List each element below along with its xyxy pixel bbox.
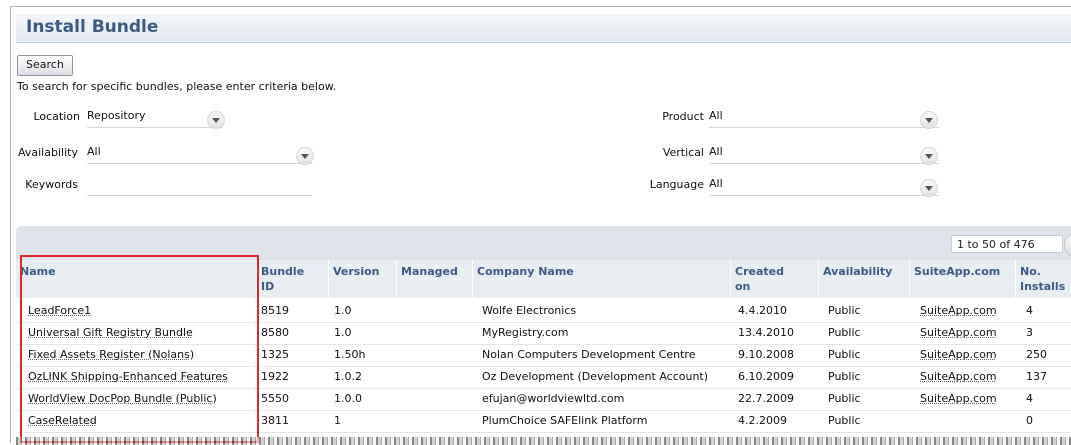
cell-company: MyRegistry.com (482, 326, 569, 339)
cell-bundle-id: 1922 (261, 370, 289, 383)
availability-select[interactable]: All (87, 143, 312, 164)
availability-label: Availability (18, 146, 78, 159)
cell-company: PlumChoice SAFElink Platform (482, 414, 648, 427)
cell-version: 1.0 (334, 326, 352, 339)
search-hint: To search for specific bundles, please e… (17, 80, 337, 93)
cell-suiteapp[interactable]: SuiteApp.com (920, 370, 997, 383)
cell-bundle-id: 3811 (261, 414, 289, 427)
cell-installs: 250 (1026, 348, 1047, 361)
cell-bundle-id: 1325 (261, 348, 289, 361)
product-label: Product (662, 110, 704, 123)
chevron-down-icon[interactable] (207, 111, 225, 129)
location-value: Repository (87, 109, 146, 122)
cell-suiteapp[interactable]: SuiteApp.com (920, 326, 997, 339)
chevron-down-icon[interactable] (296, 147, 314, 165)
title-bar: Install Bundle (16, 14, 1071, 43)
col-header-version[interactable]: Version (329, 260, 397, 298)
col-header-availability[interactable]: Availability (819, 260, 910, 298)
cell-created: 22.7.2009 (738, 392, 794, 405)
cell-installs: 4 (1026, 392, 1033, 405)
pager-select[interactable]: 1 to 50 of 476 (951, 235, 1063, 253)
cell-availability: Public (828, 392, 861, 405)
cell-installs: 137 (1026, 370, 1047, 383)
cell-availability: Public (828, 348, 861, 361)
highlight-box (20, 255, 259, 443)
col-header-managed[interactable]: Managed (397, 260, 473, 298)
cell-availability: Public (828, 304, 861, 317)
language-value: All (709, 177, 723, 190)
cell-installs: 0 (1026, 414, 1033, 427)
cell-company: Wolfe Electronics (482, 304, 577, 317)
cell-suiteapp[interactable]: SuiteApp.com (920, 392, 997, 405)
cell-availability: Public (828, 370, 861, 383)
location-select[interactable]: Repository (87, 107, 222, 128)
cell-version: 1.0.2 (334, 370, 362, 383)
col-header-installs[interactable]: No. Installs (1016, 260, 1071, 298)
cell-bundle-id: 8580 (261, 326, 289, 339)
torn-edge (16, 437, 1071, 445)
cell-created: 6.10.2009 (738, 370, 794, 383)
page-title: Install Bundle (26, 17, 159, 37)
cell-version: 1.0.0 (334, 392, 362, 405)
product-value: All (709, 109, 723, 122)
cell-version: 1.0 (334, 304, 352, 317)
col-header-bundle-id[interactable]: Bundle ID (257, 260, 329, 298)
cell-version: 1 (334, 414, 341, 427)
cell-suiteapp[interactable]: SuiteApp.com (920, 304, 997, 317)
col-header-suiteapp[interactable]: SuiteApp.com (910, 260, 1016, 298)
cell-suiteapp[interactable]: SuiteApp.com (920, 348, 997, 361)
col-header-created[interactable]: Created on (731, 260, 819, 298)
cell-created: 4.4.2010 (738, 304, 787, 317)
keywords-field[interactable] (87, 175, 312, 196)
cell-company: Nolan Computers Development Centre (482, 348, 696, 361)
cell-created: 13.4.2010 (738, 326, 794, 339)
cell-bundle-id: 8519 (261, 304, 289, 317)
cell-created: 4.2.2009 (738, 414, 787, 427)
product-select[interactable]: All (709, 107, 939, 128)
cell-availability: Public (828, 414, 861, 427)
vertical-select[interactable]: All (709, 143, 939, 164)
availability-value: All (87, 145, 101, 158)
location-label: Location (33, 110, 80, 123)
search-button[interactable]: Search (17, 55, 73, 76)
language-select[interactable]: All (709, 175, 939, 196)
cell-installs: 3 (1026, 326, 1033, 339)
vertical-value: All (709, 145, 723, 158)
cell-installs: 4 (1026, 304, 1033, 317)
language-label: Language (649, 178, 704, 191)
chevron-down-icon[interactable] (920, 147, 938, 165)
cell-bundle-id: 5550 (261, 392, 289, 405)
vertical-label: Vertical (662, 146, 704, 159)
cell-company: Oz Development (Development Account) (482, 370, 709, 383)
cell-version: 1.50h (334, 348, 366, 361)
keywords-label: Keywords (25, 178, 78, 191)
cell-created: 9.10.2008 (738, 348, 794, 361)
cell-company: efujan@worldviewltd.com (482, 392, 625, 405)
cell-availability: Public (828, 326, 861, 339)
chevron-down-icon[interactable] (920, 179, 938, 197)
chevron-down-icon[interactable] (920, 111, 938, 129)
col-header-company[interactable]: Company Name (473, 260, 731, 298)
